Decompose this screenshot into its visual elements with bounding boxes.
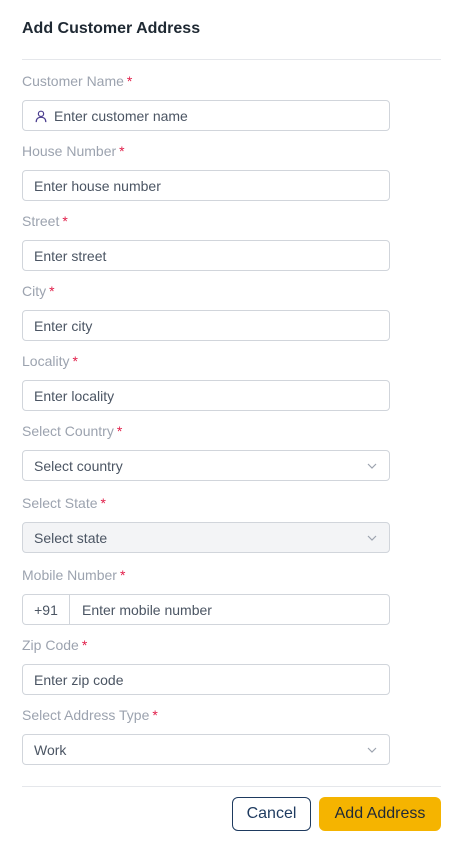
city-input[interactable]: Enter city (22, 310, 390, 341)
country-code-prefix: +91 (23, 595, 70, 624)
cancel-button[interactable]: Cancel (232, 797, 311, 831)
add-address-button[interactable]: Add Address (319, 797, 441, 831)
country-label: Select Country * (22, 423, 122, 439)
street-placeholder: Enter street (34, 247, 107, 264)
address-type-label: Select Address Type * (22, 707, 158, 723)
required-marker: * (152, 707, 158, 723)
customer-name-input[interactable]: Enter customer name (22, 100, 390, 131)
required-marker: * (119, 567, 126, 583)
state-label: Select State * (22, 495, 106, 511)
mobile-placeholder: Enter mobile number (82, 601, 212, 618)
address-type-label-text: Select Address Type (22, 707, 150, 723)
street-input[interactable]: Enter street (22, 240, 390, 271)
required-marker: * (49, 283, 55, 299)
country-select[interactable]: Select country (22, 450, 390, 481)
house-number-label-text: House Number (22, 143, 117, 159)
mobile-label: Mobile Number * (22, 567, 125, 583)
state-select-value: Select state (34, 529, 108, 546)
address-type-select[interactable]: Work (22, 734, 390, 765)
zip-label-text: Zip Code (22, 637, 79, 653)
city-label-text: City (22, 283, 47, 299)
required-marker: * (81, 637, 88, 653)
house-number-label: House Number * (22, 143, 125, 159)
chevron-down-icon (367, 535, 377, 541)
locality-input[interactable]: Enter locality (22, 380, 390, 411)
address-type-value: Work (34, 741, 67, 758)
footer-divider (22, 786, 441, 787)
locality-placeholder: Enter locality (34, 387, 115, 404)
house-number-placeholder: Enter house number (34, 177, 161, 194)
chevron-down-icon (367, 463, 377, 469)
required-marker: * (116, 423, 123, 439)
chevron-down-icon (367, 747, 377, 753)
street-label: Street * (22, 213, 68, 229)
header-divider (22, 59, 441, 60)
zip-label: Zip Code * (22, 637, 87, 653)
locality-label-text: Locality (22, 353, 70, 369)
mobile-label-text: Mobile Number (22, 567, 117, 583)
required-marker: * (126, 73, 133, 89)
zip-placeholder: Enter zip code (34, 671, 124, 688)
state-select[interactable]: Select state (22, 522, 390, 553)
city-placeholder: Enter city (34, 317, 93, 334)
house-number-input[interactable]: Enter house number (22, 170, 390, 201)
customer-name-label: Customer Name * (22, 73, 132, 89)
country-label-text: Select Country (22, 423, 114, 439)
customer-name-label-text: Customer Name (22, 73, 124, 89)
required-marker: * (72, 353, 78, 369)
country-select-value: Select country (34, 457, 123, 474)
required-marker: * (100, 495, 106, 511)
zip-input[interactable]: Enter zip code (22, 664, 390, 695)
modal-title: Add Customer Address (22, 20, 201, 37)
user-icon (35, 110, 47, 122)
mobile-input-group[interactable]: +91 Enter mobile number (22, 594, 390, 625)
state-label-text: Select State (22, 495, 98, 511)
customer-name-placeholder: Enter customer name (54, 107, 188, 124)
required-marker: * (119, 143, 125, 159)
city-label: City * (22, 283, 55, 299)
locality-label: Locality * (22, 353, 78, 369)
street-label-text: Street (22, 213, 60, 229)
required-marker: * (62, 213, 68, 229)
